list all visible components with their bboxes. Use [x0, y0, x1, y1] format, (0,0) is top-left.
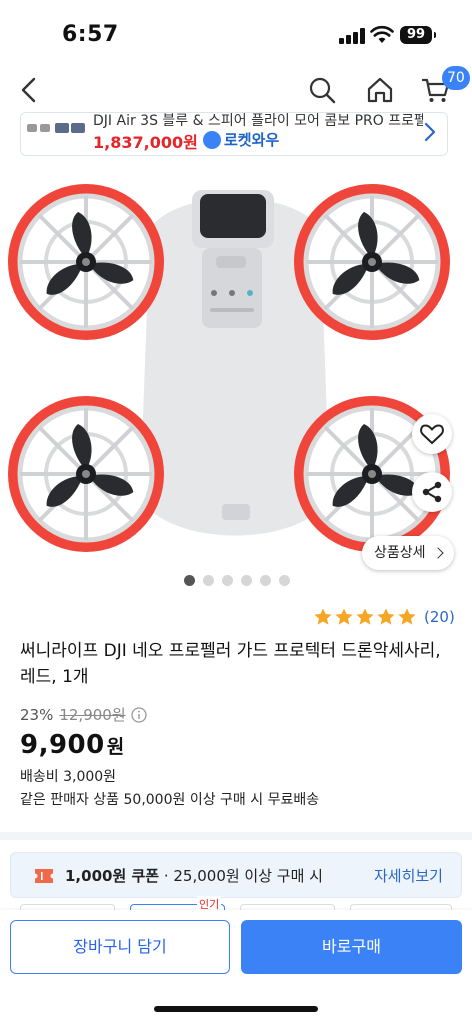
wifi-icon [370, 25, 394, 43]
related-product-price: 1,837,000원 [93, 133, 198, 152]
related-product-card[interactable]: DJI Air 3S 블루 & 스피어 플라이 모어 콤보 PRO 프로펠러..… [20, 112, 448, 156]
star-icon [314, 608, 332, 625]
top-nav [0, 64, 472, 116]
product-thumbnail-icons [27, 123, 85, 133]
gallery-dot[interactable] [241, 575, 252, 586]
chevron-right-icon[interactable] [421, 121, 439, 143]
coupon-icon [35, 869, 53, 883]
share-button[interactable] [412, 472, 452, 512]
free-shipping-note: 같은 판매자 상품 50,000원 이상 구매 시 무료배송 [20, 792, 320, 808]
product-rating[interactable]: (20) [313, 607, 455, 627]
heart-icon [420, 424, 444, 444]
review-count[interactable]: (20) [424, 608, 455, 626]
info-icon[interactable] [130, 706, 147, 723]
rating-stars [313, 607, 418, 627]
product-title: 써니라이프 DJI 네오 프로펠러 가드 프로텍터 드론악세사리, 레드, 1개 [20, 641, 441, 687]
battery-icon: 99 [400, 26, 436, 44]
share-icon [422, 481, 442, 503]
gallery-dot[interactable] [222, 575, 233, 586]
gallery-dot[interactable] [184, 575, 195, 586]
status-bar: 6:57 99 [0, 0, 472, 64]
wishlist-button[interactable] [412, 414, 452, 454]
discount-percent: 23% [20, 705, 54, 724]
original-price: 12,900원 [59, 706, 126, 724]
coupon-detail-link[interactable]: 자세히보기 [374, 865, 443, 886]
sale-price: 9,900 원 [20, 730, 124, 760]
buy-now-button[interactable]: 바로구매 [241, 920, 462, 974]
star-icon [398, 608, 416, 625]
gallery-pagination [184, 575, 290, 586]
gallery-dot[interactable] [203, 575, 214, 586]
rocket-wow-badge: 로켓와우 [203, 129, 279, 150]
rocket-label: 로켓와우 [224, 131, 280, 149]
coupon-banner[interactable]: 1,000원 쿠폰 · 25,000원 이상 구매 시 자세히보기 [10, 852, 462, 898]
product-detail-button[interactable]: 상품상세 [362, 536, 454, 570]
star-icon [377, 608, 395, 625]
back-icon[interactable] [14, 74, 46, 106]
shipping-fee: 배송비 3,000원 [20, 769, 117, 785]
star-icon [356, 608, 374, 625]
coupon-amount: 1,000원 쿠폰 [65, 867, 160, 885]
gallery-dot[interactable] [260, 575, 271, 586]
price-unit: 원 [106, 736, 125, 758]
price-value: 9,900 [20, 730, 105, 760]
discount-row: 23% 12,900원 [20, 704, 147, 725]
cart-count-badge: 70 [442, 66, 470, 90]
status-time: 6:57 [62, 22, 119, 47]
coupon-condition: · 25,000원 이상 구매 시 [159, 867, 323, 885]
gallery-dot[interactable] [279, 575, 290, 586]
section-divider [0, 832, 472, 840]
related-product-title: DJI Air 3S 블루 & 스피어 플라이 모어 콤보 PRO 프로펠러..… [93, 113, 423, 129]
star-icon [335, 608, 353, 625]
search-icon[interactable] [306, 74, 338, 106]
cellular-signal-icon [339, 28, 365, 44]
home-icon[interactable] [364, 74, 396, 106]
coupon-text: 1,000원 쿠폰 · 25,000원 이상 구매 시 [65, 865, 323, 886]
rocket-icon [203, 130, 221, 149]
add-to-cart-button[interactable]: 장바구니 담기 [10, 920, 230, 974]
product-image[interactable] [0, 168, 472, 576]
home-indicator [154, 1006, 318, 1012]
